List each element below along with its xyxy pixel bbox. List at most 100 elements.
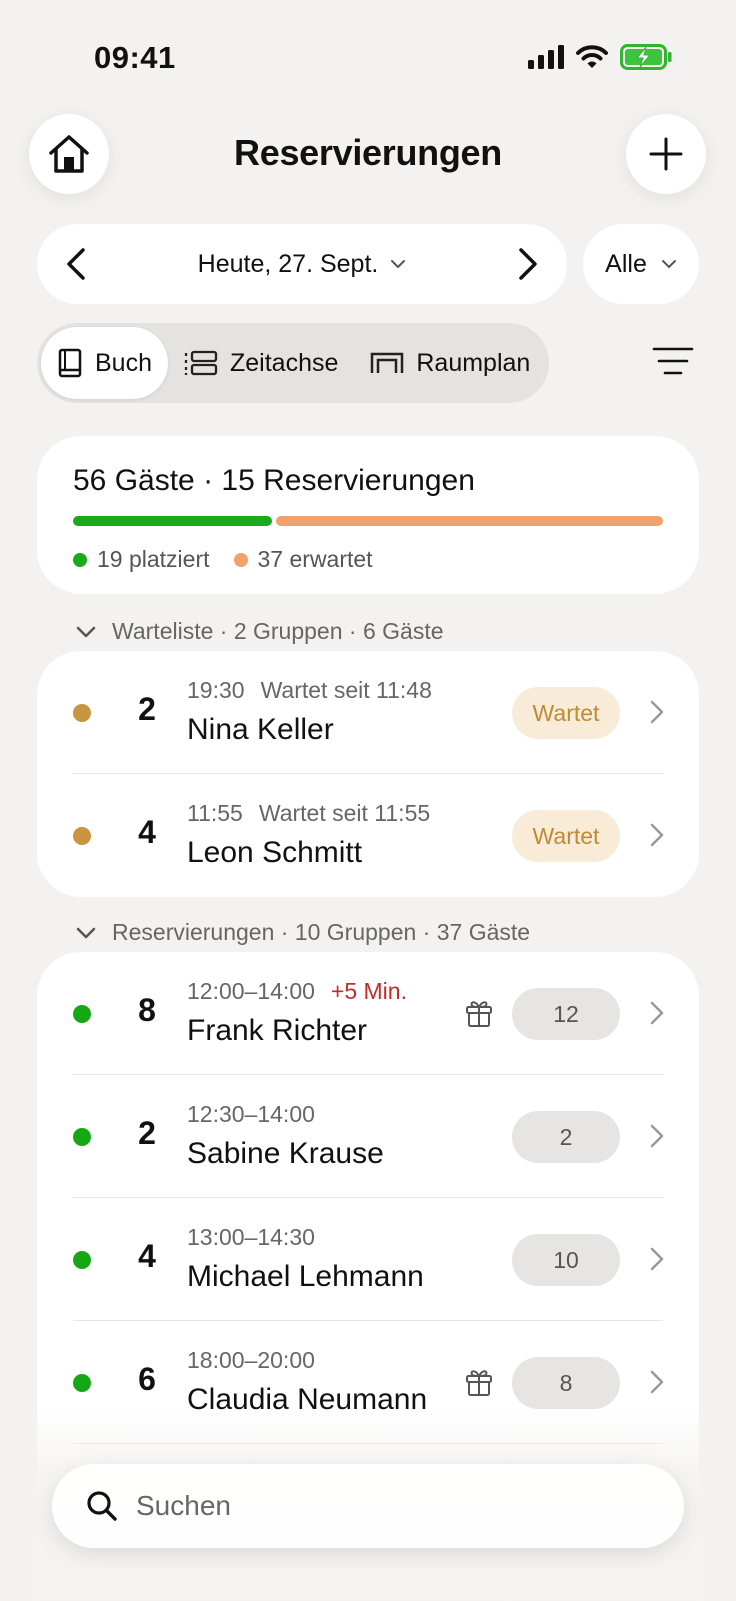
chevron-right-icon xyxy=(650,1247,664,1271)
waiting-since: Wartet seit 11:55 xyxy=(258,800,431,826)
reservations-header-label: Reservierungen · 10 Gruppen · 37 Gäste xyxy=(112,919,531,945)
floorplan-icon xyxy=(371,352,404,373)
table-badge[interactable]: 2 xyxy=(512,1111,620,1163)
row-time-line: 12:00–14:00 +5 Min. xyxy=(187,978,407,1005)
status-bar: 09:41 xyxy=(0,0,736,110)
sort-filter-icon[interactable] xyxy=(652,346,694,376)
row-time: 19:30 xyxy=(187,677,245,703)
plus-icon xyxy=(649,137,683,171)
party-size: 6 xyxy=(138,1361,156,1397)
tab-label: Buch xyxy=(95,348,152,377)
status-dot xyxy=(73,1251,91,1269)
summary-title: 56 Gäste · 15 Reservierungen xyxy=(73,464,475,497)
row-time-line: 19:30 Wartet seit 11:48 xyxy=(187,677,432,704)
chevron-down-icon xyxy=(391,260,406,269)
guest-name: Leon Schmitt xyxy=(187,836,363,869)
chevron-left-icon[interactable] xyxy=(65,247,87,281)
date-label: Heute, 27. Sept. xyxy=(197,249,379,278)
row-time-line: 18:00–20:00 xyxy=(187,1347,315,1374)
waitlist-section-header[interactable]: Warteliste · 2 Gruppen · 6 Gäste xyxy=(76,618,444,645)
status-dot xyxy=(73,1005,91,1023)
waiting-since: Wartet seit 11:48 xyxy=(260,677,432,703)
wifi-icon xyxy=(576,45,608,68)
reservation-row[interactable]: 4 13:00–14:30 Michael Lehmann 10 xyxy=(37,1198,699,1321)
waitlist-card: 2 19:30 Wartet seit 11:48 Nina Keller War… xyxy=(37,651,699,897)
tab-buch[interactable]: Buch xyxy=(41,327,168,399)
status-icons xyxy=(528,44,672,70)
chevron-right-icon xyxy=(650,1370,664,1394)
party-size: 4 xyxy=(138,814,156,850)
status-dot xyxy=(73,704,91,722)
tab-label: Zeitachse xyxy=(229,348,339,377)
timeline-icon xyxy=(184,350,218,376)
table-badge[interactable]: 8 xyxy=(512,1357,620,1409)
status-dot xyxy=(73,1128,91,1146)
guest-name: Nina Keller xyxy=(187,713,334,746)
waitlist-row[interactable]: 2 19:30 Wartet seit 11:48 Nina Keller War… xyxy=(37,651,699,774)
guest-name: Frank Richter xyxy=(187,1014,368,1047)
row-time: 12:30–14:00 xyxy=(187,1101,315,1127)
row-time: 11:55 xyxy=(187,800,243,826)
legend-placed: 19 platziert xyxy=(73,546,210,573)
waitlist-header-label: Warteliste · 2 Gruppen · 6 Gäste xyxy=(112,618,444,644)
tab-raumplan[interactable]: Raumplan xyxy=(354,327,546,399)
row-time-line: 13:00–14:30 xyxy=(187,1224,315,1251)
tab-zeitachse[interactable]: Zeitachse xyxy=(168,327,354,399)
date-picker[interactable]: Heute, 27. Sept. xyxy=(198,250,407,279)
date-navigator: Heute, 27. Sept. xyxy=(37,224,567,304)
reservation-row[interactable]: 8 12:00–14:00 +5 Min. Frank Richter 12 xyxy=(37,952,699,1075)
party-size: 2 xyxy=(138,1115,156,1151)
progress-expected-segment xyxy=(276,516,663,526)
table-badge[interactable]: 12 xyxy=(512,988,620,1040)
reservation-row[interactable]: 2 12:30–14:00 Sabine Krause 2 xyxy=(37,1075,699,1198)
party-size: 2 xyxy=(138,691,156,727)
chevron-down-icon xyxy=(76,626,96,637)
waiting-badge[interactable]: Wartet xyxy=(512,687,620,739)
row-time: 18:00–20:00 xyxy=(187,1347,315,1373)
party-size: 8 xyxy=(138,992,156,1028)
reservations-section-header[interactable]: Reservierungen · 10 Gruppen · 37 Gäste xyxy=(76,919,530,946)
status-time: 09:41 xyxy=(94,40,176,75)
table-badge[interactable]: 10 xyxy=(512,1234,620,1286)
chevron-down-icon xyxy=(76,927,96,938)
battery-charging-icon xyxy=(620,44,672,70)
gift-icon xyxy=(466,1370,492,1396)
tab-label: Raumplan xyxy=(416,348,531,377)
party-size: 4 xyxy=(138,1238,156,1274)
add-reservation-button[interactable] xyxy=(626,114,706,194)
seating-progress-bar xyxy=(73,516,663,526)
waiting-badge[interactable]: Wartet xyxy=(512,810,620,862)
view-switcher: Buch Zeitachse Raumplan xyxy=(37,323,549,403)
guest-name: Michael Lehmann xyxy=(187,1260,424,1293)
search-icon xyxy=(87,1491,117,1521)
row-time-line: 12:30–14:00 xyxy=(187,1101,315,1128)
expected-dot xyxy=(233,552,248,567)
placed-dot xyxy=(73,552,87,567)
search-bar[interactable] xyxy=(52,1464,684,1548)
chevron-right-icon xyxy=(650,823,664,847)
filter-label: Alle xyxy=(605,249,647,278)
expected-label: 37 erwartet xyxy=(257,546,373,572)
cellular-signal-icon xyxy=(528,45,564,69)
summary-card: 56 Gäste · 15 Reservierungen 19 platzier… xyxy=(37,436,699,594)
chevron-right-icon xyxy=(650,1124,664,1148)
waitlist-row[interactable]: 4 11:55 Wartet seit 11:55 Leon Schmitt Wa… xyxy=(37,774,699,897)
search-input[interactable] xyxy=(136,1490,616,1522)
chevron-right-icon[interactable] xyxy=(517,247,539,281)
summary-legend: 19 platziert 37 erwartet xyxy=(73,546,663,573)
row-time: 12:00–14:00 xyxy=(187,978,315,1004)
status-dot xyxy=(73,1374,91,1392)
status-dot xyxy=(73,827,91,845)
late-indicator: +5 Min. xyxy=(330,978,407,1004)
chevron-right-icon xyxy=(650,700,664,724)
gift-icon xyxy=(466,1001,492,1027)
book-icon xyxy=(58,348,82,378)
placed-label: 19 platziert xyxy=(97,546,210,572)
chevron-right-icon xyxy=(650,1001,664,1025)
progress-placed-segment xyxy=(73,516,273,526)
legend-expected: 37 erwartet xyxy=(233,546,373,573)
row-time: 13:00–14:30 xyxy=(187,1224,315,1250)
filter-dropdown[interactable]: Alle xyxy=(583,224,699,304)
row-time-line: 11:55 Wartet seit 11:55 xyxy=(187,800,430,827)
guest-name: Sabine Krause xyxy=(187,1137,384,1170)
